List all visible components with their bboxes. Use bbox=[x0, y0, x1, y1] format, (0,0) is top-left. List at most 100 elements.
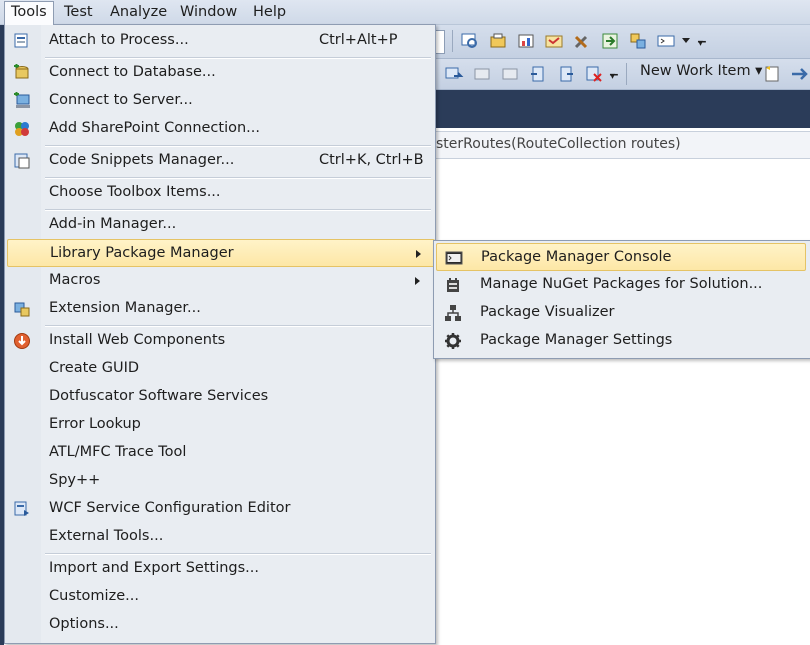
menu-item-label: Install Web Components bbox=[49, 332, 226, 348]
menu-item-label: Add SharePoint Connection... bbox=[49, 120, 261, 136]
toolbar-separator bbox=[626, 63, 627, 85]
database-connect-icon bbox=[14, 64, 29, 79]
menu-item-connect-to-server[interactable]: Connect to Server... bbox=[7, 87, 433, 115]
menu-item-label: Choose Toolbox Items... bbox=[49, 184, 221, 200]
standard-toolbar: ▁ ▾ bbox=[436, 25, 810, 59]
new-work-item-button[interactable]: New Work Item ▾ bbox=[640, 63, 762, 79]
menu-item-attach-to-process[interactable]: Attach to Process... Ctrl+Alt+P bbox=[7, 27, 433, 55]
menu-item-connect-to-database[interactable]: Connect to Database... bbox=[7, 59, 433, 87]
menu-item-choose-toolbox-items[interactable]: Choose Toolbox Items... bbox=[7, 179, 433, 207]
menu-item-label: Import and Export Settings... bbox=[49, 560, 259, 576]
menu-item-label: Extension Manager... bbox=[49, 300, 201, 316]
menu-item-label: Attach to Process... bbox=[49, 32, 189, 48]
menu-item-add-in-manager[interactable]: Add-in Manager... bbox=[7, 211, 433, 239]
menu-item-label: Customize... bbox=[49, 588, 139, 604]
menu-item-code-snippets-manager[interactable]: Code Snippets Manager... Ctrl+K, Ctrl+B bbox=[7, 147, 433, 175]
menu-item-label: Dotfuscator Software Services bbox=[49, 388, 269, 404]
menu-item-wcf-service-configuration-editor[interactable]: WCF Service Configuration Editor bbox=[7, 495, 433, 523]
menu-item-label: Library Package Manager bbox=[50, 245, 234, 261]
submenu-arrow-icon bbox=[416, 250, 421, 258]
menu-help[interactable]: Help bbox=[247, 2, 292, 22]
chart-icon[interactable] bbox=[516, 31, 536, 51]
code-navigation-bar: sterRoutes(RouteCollection routes) bbox=[436, 131, 810, 159]
menu-item-create-guid[interactable]: Create GUID bbox=[7, 355, 433, 383]
menu-item-library-package-manager[interactable]: Library Package Manager bbox=[7, 239, 435, 267]
menu-tools[interactable]: Tools bbox=[4, 1, 54, 25]
menu-item-label: Macros bbox=[49, 272, 101, 288]
bookmark-next-icon[interactable] bbox=[556, 64, 576, 84]
menu-item-options[interactable]: Options... bbox=[7, 611, 433, 639]
command-window-icon[interactable] bbox=[656, 31, 676, 51]
menu-item-error-lookup[interactable]: Error Lookup bbox=[7, 411, 433, 439]
menu-item-label: Manage NuGet Packages for Solution... bbox=[480, 276, 763, 292]
submenu-arrow-icon bbox=[415, 277, 420, 285]
menu-item-add-sharepoint-connection[interactable]: Add SharePoint Connection... bbox=[7, 115, 433, 143]
menu-item-package-manager-settings[interactable]: Package Manager Settings bbox=[436, 327, 806, 355]
library-package-manager-submenu: Package Manager Console Manage NuGet Pac… bbox=[433, 240, 810, 359]
menu-item-label: Connect to Server... bbox=[49, 92, 193, 108]
properties-icon[interactable] bbox=[488, 31, 508, 51]
menu-item-label: ATL/MFC Trace Tool bbox=[49, 444, 187, 460]
sharepoint-icon bbox=[15, 122, 29, 136]
find-icon[interactable] bbox=[460, 31, 480, 51]
menu-item-label: Options... bbox=[49, 616, 119, 632]
menu-analyze[interactable]: Analyze bbox=[104, 2, 173, 22]
toolbar-separator bbox=[452, 30, 453, 52]
menu-item-label: Error Lookup bbox=[49, 416, 141, 432]
document-tab-strip bbox=[436, 90, 810, 128]
object-browser-icon[interactable] bbox=[544, 31, 564, 51]
menu-item-label: Spy++ bbox=[49, 472, 101, 488]
nuget-package-icon bbox=[447, 278, 459, 292]
menu-item-shortcut: Ctrl+Alt+P bbox=[319, 32, 398, 48]
menu-item-label: Code Snippets Manager... bbox=[49, 152, 235, 168]
menu-item-label: Package Manager Settings bbox=[480, 332, 673, 348]
menu-item-label: Package Visualizer bbox=[480, 304, 615, 320]
menu-item-dotfuscator[interactable]: Dotfuscator Software Services bbox=[7, 383, 433, 411]
menu-item-install-web-components[interactable]: Install Web Components bbox=[7, 327, 433, 355]
toolbar-overflow-icon[interactable]: ▁ ▾ bbox=[610, 66, 618, 82]
code-snippets-icon bbox=[14, 153, 30, 169]
extension-manager-icon bbox=[14, 302, 30, 317]
arrow-right-icon[interactable] bbox=[444, 64, 464, 84]
dropdown-arrow-icon[interactable] bbox=[682, 38, 690, 43]
server-connect-icon bbox=[14, 92, 30, 108]
forward-icon[interactable] bbox=[500, 64, 520, 84]
gear-icon bbox=[445, 333, 461, 349]
menu-item-label: Add-in Manager... bbox=[49, 216, 177, 232]
menu-item-macros[interactable]: Macros bbox=[7, 267, 433, 295]
new-query-icon[interactable] bbox=[762, 64, 782, 84]
solution-config-combo[interactable] bbox=[436, 30, 445, 54]
menu-item-customize[interactable]: Customize... bbox=[7, 583, 433, 611]
menu-bar: Tools Test Analyze Window Help bbox=[0, 0, 810, 25]
visualizer-hierarchy-icon bbox=[445, 305, 461, 321]
menu-item-label: Package Manager Console bbox=[481, 249, 672, 265]
menu-window[interactable]: Window bbox=[174, 2, 243, 22]
menu-item-atl-mfc-trace-tool[interactable]: ATL/MFC Trace Tool bbox=[7, 439, 433, 467]
tools-icon[interactable] bbox=[572, 31, 592, 51]
wcf-config-icon bbox=[14, 501, 29, 516]
menu-item-spy[interactable]: Spy++ bbox=[7, 467, 433, 495]
import-icon[interactable] bbox=[600, 31, 620, 51]
install-icon bbox=[14, 333, 30, 349]
menu-item-package-manager-console[interactable]: Package Manager Console bbox=[436, 243, 806, 271]
back-icon[interactable] bbox=[472, 64, 492, 84]
menu-test[interactable]: Test bbox=[58, 2, 99, 22]
console-icon bbox=[445, 251, 463, 265]
menu-item-package-visualizer[interactable]: Package Visualizer bbox=[436, 299, 806, 327]
menu-item-import-export-settings[interactable]: Import and Export Settings... bbox=[7, 555, 433, 583]
bookmark-prev-icon[interactable] bbox=[528, 64, 548, 84]
menu-item-label: Connect to Database... bbox=[49, 64, 216, 80]
arrow-right-icon[interactable] bbox=[790, 64, 810, 84]
tools-menu: Attach to Process... Ctrl+Alt+P Connect … bbox=[4, 24, 436, 644]
menu-item-label: External Tools... bbox=[49, 528, 164, 544]
class-view-icon[interactable] bbox=[628, 31, 648, 51]
clear-bookmarks-icon[interactable] bbox=[584, 64, 604, 84]
menu-item-manage-nuget-packages[interactable]: Manage NuGet Packages for Solution... bbox=[436, 271, 806, 299]
toolbar-overflow-icon[interactable]: ▁ ▾ bbox=[698, 33, 706, 49]
menu-item-external-tools[interactable]: External Tools... bbox=[7, 523, 433, 551]
member-dropdown[interactable]: sterRoutes(RouteCollection routes) bbox=[436, 136, 681, 152]
menu-item-label: Create GUID bbox=[49, 360, 140, 376]
menu-item-label: WCF Service Configuration Editor bbox=[49, 500, 291, 516]
menu-item-extension-manager[interactable]: Extension Manager... bbox=[7, 295, 433, 323]
attach-process-icon bbox=[14, 33, 28, 48]
